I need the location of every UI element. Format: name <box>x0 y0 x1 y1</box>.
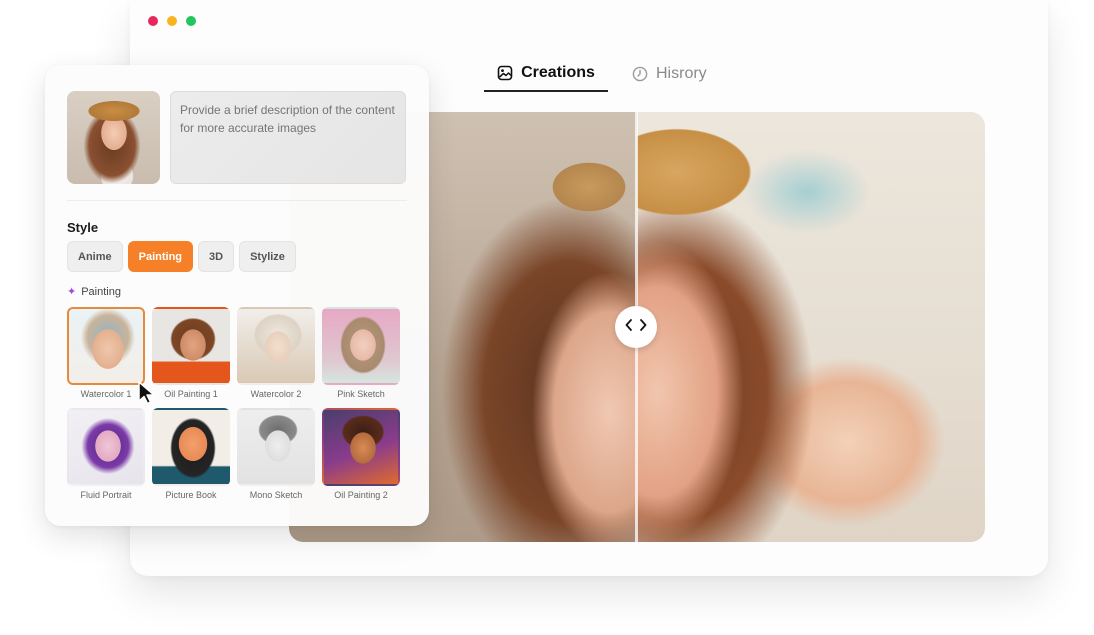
uploaded-image-thumbnail[interactable] <box>67 91 160 184</box>
preset-thumbnail <box>322 408 400 486</box>
after-image <box>637 112 985 542</box>
preset-thumbnail <box>152 408 230 486</box>
preset-label: Fluid Portrait <box>80 490 132 500</box>
section-label: ✦ Painting <box>67 285 121 299</box>
preset-thumbnail <box>322 307 400 385</box>
preset-label: Watercolor 1 <box>80 389 132 399</box>
preset-oil-painting-2[interactable]: Oil Painting 2 <box>322 408 400 500</box>
close-window-button[interactable] <box>148 16 158 26</box>
tab-creations-label: Creations <box>521 64 595 81</box>
style-tab-3d[interactable]: 3D <box>198 241 235 272</box>
style-preset-grid: Watercolor 1 Oil Painting 1 Watercolor 2… <box>67 307 400 500</box>
preset-thumbnail <box>152 307 230 385</box>
maximize-window-button[interactable] <box>186 16 196 26</box>
preset-pink-sketch[interactable]: Pink Sketch <box>322 307 400 399</box>
chevrons-left-right-icon <box>625 318 647 337</box>
style-panel: Style Anime Painting 3D Stylize ✦ Painti… <box>45 65 429 526</box>
comparison-slider-handle[interactable] <box>615 306 657 348</box>
minimize-window-button[interactable] <box>167 16 177 26</box>
preset-label: Oil Painting 1 <box>164 389 218 399</box>
preset-label: Pink Sketch <box>337 389 385 399</box>
panel-divider <box>67 200 407 201</box>
preset-fluid-portrait[interactable]: Fluid Portrait <box>67 408 145 500</box>
tab-creations[interactable]: Creations <box>484 56 608 92</box>
preset-thumbnail <box>67 408 145 486</box>
style-tab-stylize[interactable]: Stylize <box>239 241 296 272</box>
main-tabs: Creations Hisrory <box>484 56 723 92</box>
window-controls <box>148 16 196 26</box>
style-tab-painting[interactable]: Painting <box>127 241 194 272</box>
description-input[interactable] <box>170 91 406 184</box>
preset-watercolor-2[interactable]: Watercolor 2 <box>237 307 315 399</box>
tab-history[interactable]: Hisrory <box>616 56 723 92</box>
preset-oil-painting-1[interactable]: Oil Painting 1 <box>152 307 230 399</box>
preset-thumbnail <box>67 307 145 385</box>
mouse-pointer-icon <box>137 381 157 410</box>
preset-label: Watercolor 2 <box>250 389 302 399</box>
clock-icon <box>632 66 648 82</box>
preset-thumbnail <box>237 307 315 385</box>
preset-label: Oil Painting 2 <box>334 490 388 500</box>
preset-label: Picture Book <box>165 490 217 500</box>
sparkle-icon: ✦ <box>67 286 77 298</box>
preset-picture-book[interactable]: Picture Book <box>152 408 230 500</box>
preset-mono-sketch[interactable]: Mono Sketch <box>237 408 315 500</box>
tab-history-label: Hisrory <box>656 65 707 82</box>
section-label-text: Painting <box>81 285 121 298</box>
image-icon <box>497 65 513 81</box>
style-heading: Style <box>67 220 99 235</box>
preset-label: Mono Sketch <box>249 490 303 500</box>
style-category-tabs: Anime Painting 3D Stylize <box>67 241 296 272</box>
preset-watercolor-1[interactable]: Watercolor 1 <box>67 307 145 399</box>
preset-thumbnail <box>237 408 315 486</box>
style-tab-anime[interactable]: Anime <box>67 241 123 272</box>
